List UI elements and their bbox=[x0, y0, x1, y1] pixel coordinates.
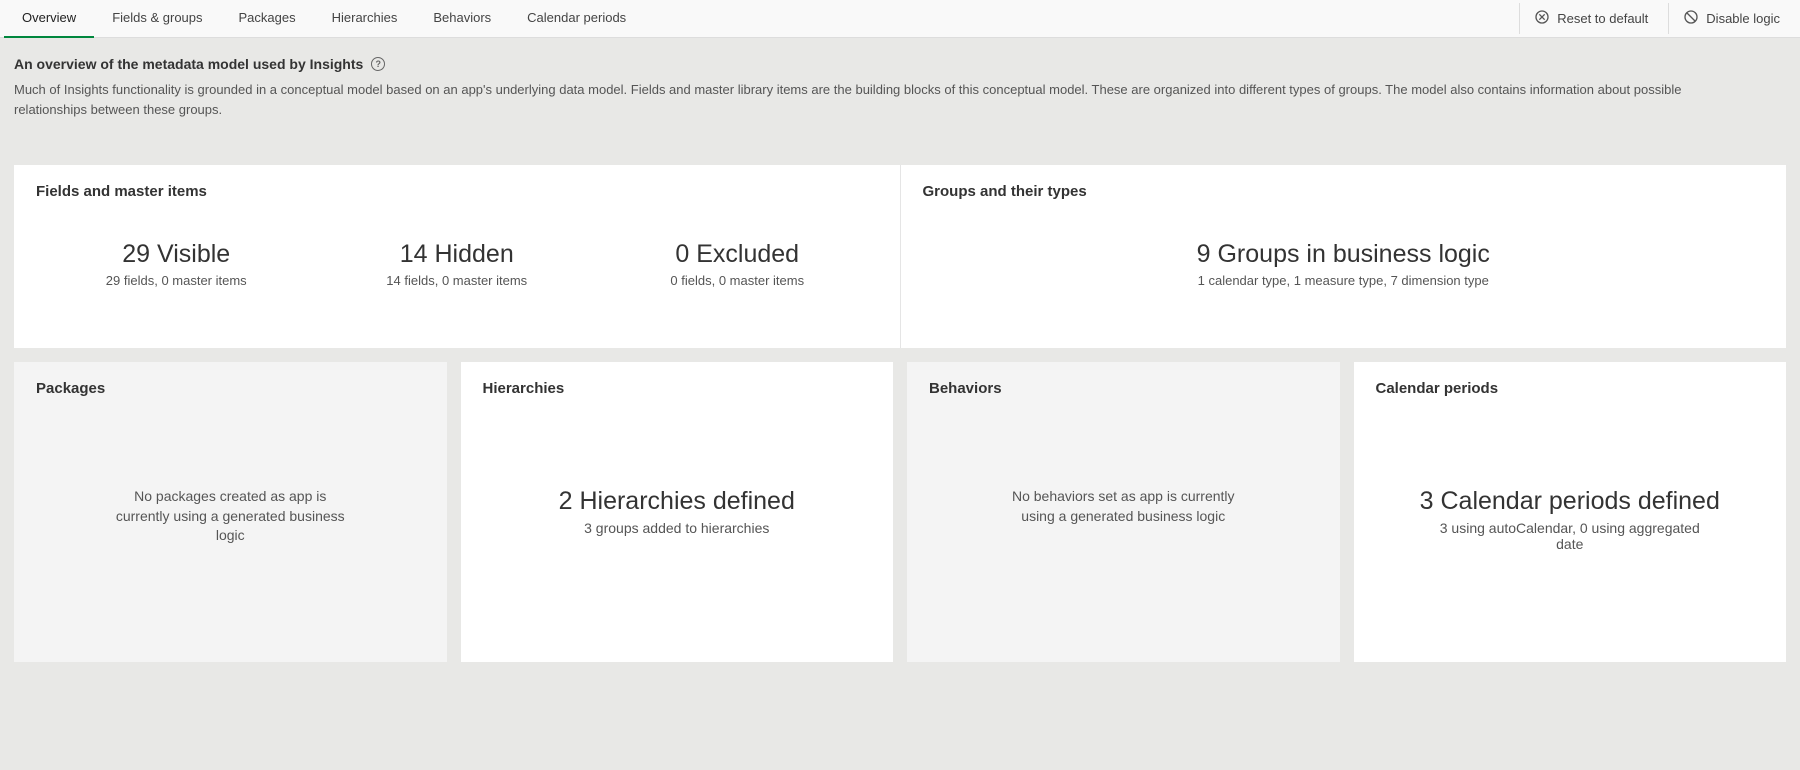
hierarchies-stat-sub: 3 groups added to hierarchies bbox=[584, 520, 769, 536]
calendar-card-title: Calendar periods bbox=[1376, 380, 1765, 397]
hierarchies-stat-main: 2 Hierarchies defined bbox=[559, 487, 795, 516]
packages-empty-text: No packages created as app is currently … bbox=[110, 487, 350, 546]
calendar-card-body: 3 Calendar periods defined 3 using autoC… bbox=[1376, 437, 1765, 552]
bottom-cards-row: Packages No packages created as app is c… bbox=[14, 362, 1786, 662]
reset-to-default-button[interactable]: Reset to default bbox=[1519, 3, 1650, 34]
groups-section-title: Groups and their types bbox=[923, 183, 1765, 200]
tab-overview[interactable]: Overview bbox=[4, 0, 94, 38]
stat-visible: 29 Visible 29 fields, 0 master items bbox=[36, 240, 317, 288]
stat-excluded-main: 0 Excluded bbox=[597, 240, 878, 269]
behaviors-card[interactable]: Behaviors No behaviors set as app is cur… bbox=[907, 362, 1340, 662]
overview-description-text: Much of Insights functionality is ground… bbox=[14, 80, 1754, 119]
disable-label: Disable logic bbox=[1706, 11, 1780, 26]
stat-hidden-main: 14 Hidden bbox=[317, 240, 598, 269]
tab-fields-groups[interactable]: Fields & groups bbox=[94, 0, 220, 38]
hierarchies-card-title: Hierarchies bbox=[483, 380, 872, 397]
stat-visible-sub: 29 fields, 0 master items bbox=[36, 273, 317, 288]
packages-card-body: No packages created as app is currently … bbox=[36, 437, 425, 546]
fields-stats-row: 29 Visible 29 fields, 0 master items 14 … bbox=[36, 240, 878, 288]
calendar-periods-card[interactable]: Calendar periods 3 Calendar periods defi… bbox=[1354, 362, 1787, 662]
reset-label: Reset to default bbox=[1557, 11, 1648, 26]
behaviors-card-title: Behaviors bbox=[929, 380, 1318, 397]
tab-actions: Reset to default Disable logic bbox=[1519, 3, 1796, 34]
overview-title-row: An overview of the metadata model used b… bbox=[14, 56, 1786, 72]
groups-stat-sub: 1 calendar type, 1 measure type, 7 dimen… bbox=[923, 273, 1765, 288]
top-summary-card: Fields and master items 29 Visible 29 fi… bbox=[14, 165, 1786, 348]
reset-icon bbox=[1534, 9, 1550, 28]
groups-stat: 9 Groups in business logic 1 calendar ty… bbox=[923, 240, 1765, 288]
fields-section-title: Fields and master items bbox=[36, 183, 878, 200]
calendar-stat-main: 3 Calendar periods defined bbox=[1420, 487, 1720, 516]
behaviors-card-body: No behaviors set as app is currently usi… bbox=[929, 437, 1318, 526]
disable-icon bbox=[1683, 9, 1699, 28]
stat-excluded-sub: 0 fields, 0 master items bbox=[597, 273, 878, 288]
overview-description-block: An overview of the metadata model used b… bbox=[0, 38, 1800, 129]
hierarchies-card-body: 2 Hierarchies defined 3 groups added to … bbox=[483, 437, 872, 536]
help-icon[interactable]: ? bbox=[371, 57, 385, 71]
tab-bar: Overview Fields & groups Packages Hierar… bbox=[0, 0, 1800, 38]
stat-visible-main: 29 Visible bbox=[36, 240, 317, 269]
overview-title-text: An overview of the metadata model used b… bbox=[14, 56, 363, 72]
fields-master-items-section: Fields and master items 29 Visible 29 fi… bbox=[14, 165, 900, 348]
tab-calendar-periods[interactable]: Calendar periods bbox=[509, 0, 644, 38]
calendar-stat-sub: 3 using autoCalendar, 0 using aggregated… bbox=[1440, 520, 1700, 552]
groups-stat-main: 9 Groups in business logic bbox=[923, 240, 1765, 269]
main-content: Fields and master items 29 Visible 29 fi… bbox=[0, 129, 1800, 676]
tab-hierarchies[interactable]: Hierarchies bbox=[314, 0, 416, 38]
hierarchies-card[interactable]: Hierarchies 2 Hierarchies defined 3 grou… bbox=[461, 362, 894, 662]
behaviors-empty-text: No behaviors set as app is currently usi… bbox=[1003, 487, 1243, 526]
stat-hidden: 14 Hidden 14 fields, 0 master items bbox=[317, 240, 598, 288]
groups-types-section: Groups and their types 9 Groups in busin… bbox=[900, 165, 1787, 348]
disable-logic-button[interactable]: Disable logic bbox=[1668, 3, 1782, 34]
packages-card[interactable]: Packages No packages created as app is c… bbox=[14, 362, 447, 662]
packages-card-title: Packages bbox=[36, 380, 425, 397]
stat-hidden-sub: 14 fields, 0 master items bbox=[317, 273, 598, 288]
tabs-container: Overview Fields & groups Packages Hierar… bbox=[4, 0, 1519, 38]
tab-packages[interactable]: Packages bbox=[221, 0, 314, 38]
stat-excluded: 0 Excluded 0 fields, 0 master items bbox=[597, 240, 878, 288]
tab-behaviors[interactable]: Behaviors bbox=[415, 0, 509, 38]
